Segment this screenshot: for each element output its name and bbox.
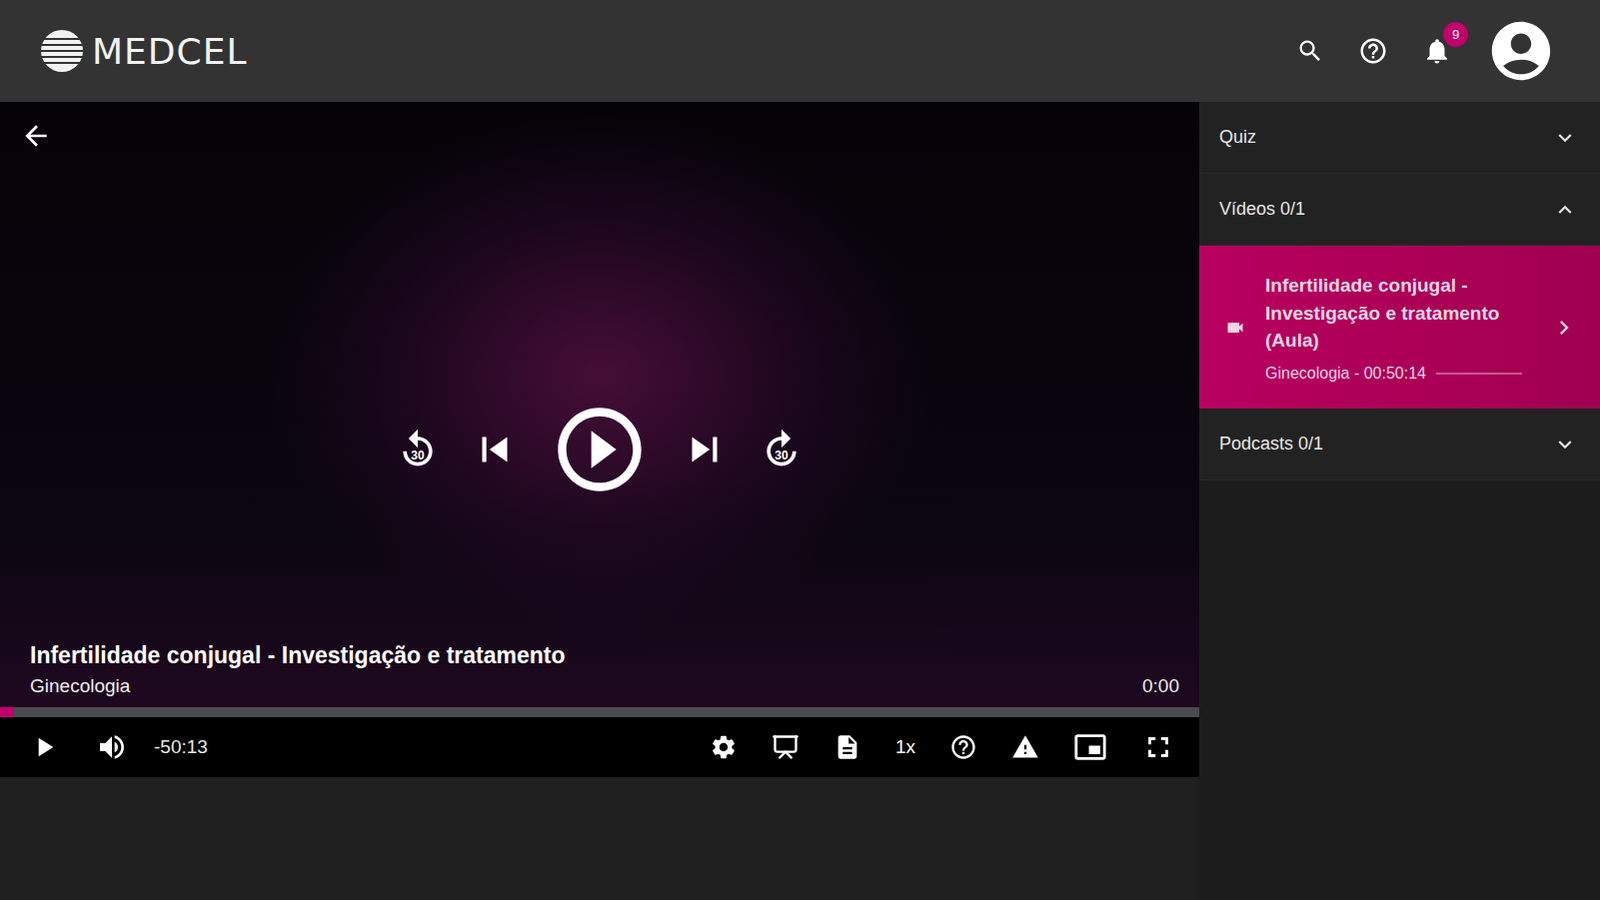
right-controls: 1x — [709, 730, 1176, 765]
video-title: Infertilidade conjugal - Investigação e … — [29, 642, 566, 670]
video-info: Infertilidade conjugal - Investigação e … — [0, 642, 1200, 708]
chevron-up-icon[interactable] — [1552, 196, 1579, 223]
lesson-text: Infertilidade conjugal - Investigação e … — [1265, 271, 1531, 383]
left-controls — [27, 731, 128, 764]
play-circle-icon[interactable] — [549, 399, 650, 500]
avatar-icon[interactable] — [1486, 15, 1557, 86]
skip-previous-icon[interactable] — [469, 424, 520, 475]
volume-icon[interactable] — [95, 731, 128, 764]
progress-bar[interactable] — [0, 707, 1200, 718]
help-icon[interactable] — [949, 733, 978, 762]
speed-button[interactable]: 1x — [895, 736, 916, 759]
notifications-button[interactable]: 9 — [1422, 35, 1453, 66]
gear-icon[interactable] — [709, 733, 738, 762]
next-button[interactable] — [679, 424, 730, 475]
progress-fill — [0, 707, 14, 718]
section-label: Quiz — [1219, 126, 1257, 148]
video-camera-icon — [1225, 317, 1246, 338]
warning-icon[interactable] — [1011, 733, 1040, 762]
rewind-button[interactable]: 30 — [395, 427, 440, 472]
content: 30 30 Infertilidade conjugal - Investigaçã… — [0, 101, 1600, 900]
previous-button[interactable] — [469, 424, 520, 475]
fullscreen-icon[interactable] — [1141, 730, 1176, 765]
chevron-right-icon[interactable] — [1550, 313, 1579, 342]
profile-button[interactable] — [1486, 15, 1557, 86]
video-subtitle: Ginecologia — [29, 675, 566, 698]
presentation-icon[interactable] — [771, 733, 800, 762]
video-titles: Infertilidade conjugal - Investigação e … — [29, 642, 566, 698]
notes-icon[interactable] — [833, 733, 862, 762]
logo[interactable]: MEDCEL — [39, 28, 247, 73]
section-header[interactable]: Podcasts 0/1 — [1199, 408, 1600, 481]
player: 30 30 Infertilidade conjugal - Investigaçã… — [0, 101, 1200, 900]
remaining-time: -50:13 — [153, 736, 208, 759]
lesson-duration: Ginecologia - 00:50:14 — [1265, 364, 1427, 383]
section-header[interactable]: Vídeos 0/1 — [1199, 173, 1600, 246]
arrow-left-icon[interactable] — [19, 119, 52, 152]
section-label: Vídeos 0/1 — [1219, 198, 1306, 220]
help-icon[interactable] — [1358, 35, 1389, 66]
lesson-item[interactable]: Infertilidade conjugal - Investigação e … — [1199, 245, 1600, 409]
back-button[interactable] — [19, 119, 52, 152]
top-bar: MEDCEL 9 — [0, 0, 1600, 102]
forward-button[interactable]: 30 — [759, 427, 804, 472]
control-bar: -50:13 1x — [0, 717, 1200, 778]
chevron-down-icon[interactable] — [1552, 431, 1579, 458]
page: MEDCEL 9 30 30 Infertilidade conjugal - Inve… — [0, 0, 1600, 900]
play-icon[interactable] — [27, 731, 60, 764]
forward-seconds: 30 — [759, 448, 804, 463]
header-actions: 9 — [1296, 15, 1557, 86]
logo-globe-icon — [39, 28, 84, 73]
lesson-sidebar: Quiz Vídeos 0/1 Infertilidade conjugal - I… — [1199, 101, 1600, 900]
section-header[interactable]: Quiz — [1199, 101, 1600, 174]
lesson-progress — [1436, 372, 1523, 375]
help-button[interactable] — [1358, 35, 1389, 66]
stage-top — [0, 101, 1200, 222]
chevron-down-icon[interactable] — [1552, 124, 1579, 151]
search-button[interactable] — [1296, 36, 1325, 65]
lesson-title: Infertilidade conjugal - Investigação e … — [1265, 271, 1531, 355]
elapsed-time: 0:00 — [1142, 675, 1180, 698]
picture-in-picture-icon[interactable] — [1073, 730, 1108, 765]
rewind-seconds: 30 — [395, 448, 440, 463]
notification-badge: 9 — [1443, 21, 1469, 47]
center-controls: 30 30 — [0, 221, 1200, 643]
section-label: Podcasts 0/1 — [1219, 433, 1324, 455]
big-play-button[interactable] — [549, 399, 650, 500]
video-frame[interactable]: 30 30 Infertilidade conjugal - Investigaçã… — [0, 101, 1200, 708]
logo-text: MEDCEL — [91, 30, 247, 72]
skip-next-icon[interactable] — [679, 424, 730, 475]
lesson-meta: Ginecologia - 00:50:14 — [1265, 364, 1531, 383]
search-icon[interactable] — [1296, 36, 1325, 65]
